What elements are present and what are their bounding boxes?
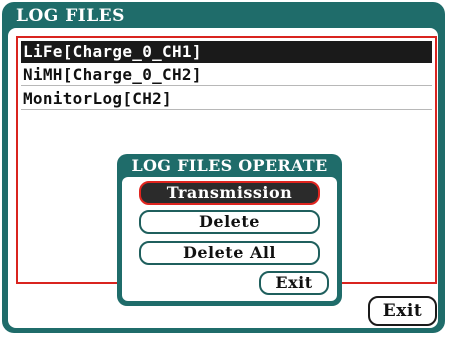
delete-button[interactable]: Delete bbox=[139, 210, 320, 234]
exit-button[interactable]: Exit bbox=[368, 296, 437, 326]
dialog-title: LOG FILES OPERATE bbox=[131, 156, 328, 175]
transmission-button[interactable]: Transmission bbox=[139, 181, 320, 205]
list-item[interactable]: NiMH[Charge_0_CH2] bbox=[21, 64, 432, 86]
window-title: LOG FILES bbox=[16, 6, 125, 26]
delete-all-button[interactable]: Delete All bbox=[139, 241, 320, 265]
operate-dialog: LOG FILES OPERATE Transmission Delete De… bbox=[117, 154, 342, 306]
dialog-exit-button[interactable]: Exit bbox=[259, 271, 329, 295]
list-item[interactable]: MonitorLog[CH2] bbox=[21, 88, 432, 110]
list-item-selected[interactable]: LiFe[Charge_0_CH1] bbox=[21, 41, 432, 63]
log-files-screen: LOG FILES LiFe[Charge_0_CH1] NiMH[Charge… bbox=[0, 0, 449, 337]
dialog-body: Transmission Delete Delete All Exit bbox=[122, 177, 337, 301]
